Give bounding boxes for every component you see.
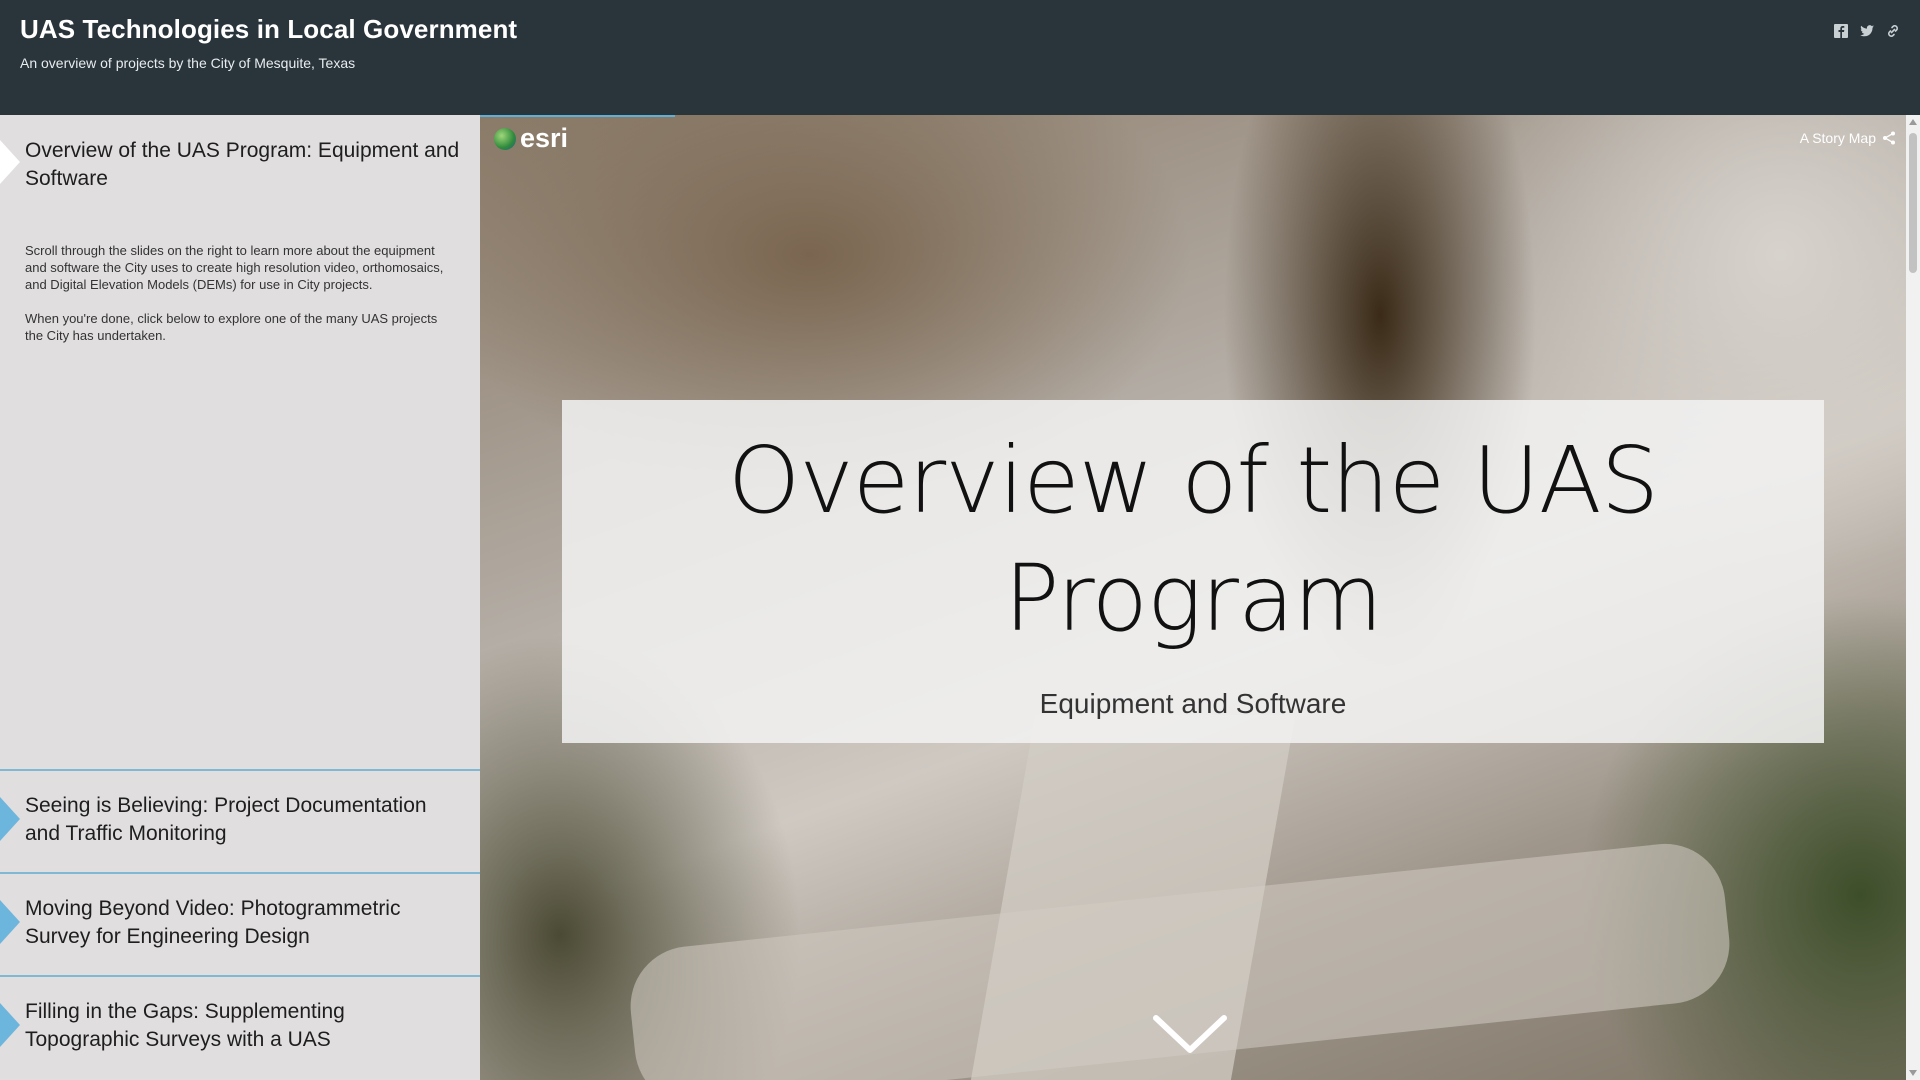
slide-title: Overview of the UAS Program (727, 427, 1659, 652)
scroll-up-icon[interactable] (1909, 119, 1917, 125)
section-paragraph: Scroll through the slides on the right t… (25, 243, 444, 292)
page-subtitle: An overview of projects by the City of M… (20, 55, 356, 71)
section-indicator-icon (0, 140, 20, 184)
section-title: Filling in the Gaps: Supplementing Topog… (25, 1000, 345, 1051)
section-title: Overview of the UAS Program: Equipment a… (25, 139, 460, 190)
facebook-icon[interactable] (1832, 22, 1850, 40)
sidebar-section-seeing-is-believing[interactable]: Seeing is Believing: Project Documentati… (0, 771, 480, 872)
section-description: Scroll through the slides on the right t… (25, 242, 455, 361)
sidebar-section-overview[interactable]: Overview of the UAS Program: Equipment a… (0, 115, 480, 770)
section-indicator-icon (0, 1003, 20, 1047)
logo-text: esri (520, 123, 569, 153)
main-stage: esri A Story Map Overview of the UAS Pro… (480, 115, 1920, 1080)
section-title: Seeing is Believing: Project Documentati… (25, 794, 427, 845)
share-icons (1832, 22, 1902, 40)
section-paragraph: When you're done, click below to explore… (25, 311, 438, 343)
app-header: UAS Technologies in Local Government An … (0, 0, 1920, 115)
scrollbar-thumb[interactable] (1909, 133, 1917, 273)
twitter-icon[interactable] (1858, 22, 1876, 40)
section-title: Moving Beyond Video: Photogrammetric Sur… (25, 897, 401, 948)
share-icon (1883, 131, 1895, 145)
storymap-link[interactable]: A Story Map (1800, 130, 1896, 146)
page-title: UAS Technologies in Local Government (20, 14, 518, 44)
slide-title-panel: Overview of the UAS Program Equipment an… (562, 400, 1824, 743)
section-indicator-icon (0, 797, 20, 841)
slide-subtitle: Equipment and Software (1039, 688, 1347, 719)
scroll-down-icon[interactable] (1909, 1070, 1917, 1076)
globe-icon (494, 127, 516, 150)
loading-bar (480, 115, 675, 117)
section-indicator-icon (0, 900, 20, 944)
storymap-label: A Story Map (1799, 130, 1876, 146)
sidebar: Overview of the UAS Program: Equipment a… (0, 115, 480, 1080)
scrollbar[interactable] (1906, 115, 1920, 1080)
link-icon[interactable] (1884, 22, 1902, 40)
chevron-down-icon[interactable] (1150, 1010, 1230, 1060)
sidebar-section-moving-beyond-video[interactable]: Moving Beyond Video: Photogrammetric Sur… (0, 874, 480, 975)
sidebar-section-filling-in-the-gaps[interactable]: Filling in the Gaps: Supplementing Topog… (0, 977, 480, 1080)
esri-logo[interactable]: esri (494, 123, 568, 154)
